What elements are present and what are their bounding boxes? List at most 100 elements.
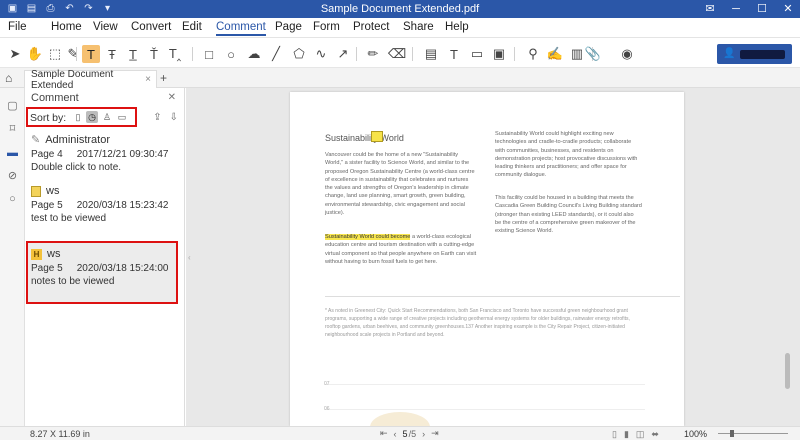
attachment-icon[interactable]: 📎 — [584, 45, 602, 63]
status-bar: 8.27 X 11.69 in ⇤ ‹ 5/5 › ⇥ ▯ ▮ ◫ ⬌ 100% — [0, 426, 800, 440]
oval-icon[interactable]: ○ — [222, 45, 240, 63]
toolbar-divider — [356, 47, 357, 61]
zoom-level[interactable]: 100% — [684, 429, 707, 439]
text-field-icon[interactable]: ▭ — [468, 45, 486, 63]
export-icon[interactable]: ⇪ — [153, 112, 161, 123]
zoom-slider[interactable] — [718, 433, 788, 434]
comment-item[interactable]: ✎ Administrator Page 4 2017/12/21 09:30:… — [31, 133, 181, 174]
add-tab-icon[interactable]: + — [160, 71, 167, 85]
chart-axis-label: 06 — [324, 406, 330, 412]
menu-share[interactable]: Share — [403, 21, 434, 33]
rectangle-icon[interactable]: □ — [200, 45, 218, 63]
right-column-paragraph-2: This facility could be housed in a build… — [495, 195, 642, 235]
right-column-paragraph-1: Sustainability World could highlight exc… — [495, 131, 638, 179]
pdf-page[interactable]: Sustainability World Vancouver could be … — [290, 92, 684, 426]
minimize-button[interactable]: ─ — [728, 1, 744, 16]
panel-close-icon[interactable]: ✕ — [168, 92, 176, 103]
menu-protect[interactable]: Protect — [353, 21, 389, 33]
note-icon[interactable]: ▤ — [422, 45, 440, 63]
comment-page: Page 5 — [31, 263, 63, 274]
signature-icon[interactable]: ✍ — [546, 45, 564, 63]
document-viewport[interactable]: ‹ Sustainability World Vancouver could b… — [186, 88, 800, 426]
two-page-view-icon[interactable]: ◫ — [636, 429, 645, 440]
first-page-icon[interactable]: ⇤ — [380, 428, 388, 439]
menu-file[interactable]: File — [8, 21, 27, 33]
comment-text: notes to be viewed — [31, 276, 115, 287]
thumbnails-icon[interactable]: ▢ — [5, 98, 20, 113]
squiggly-icon[interactable]: Ť — [145, 45, 163, 63]
textbox-icon[interactable]: T — [445, 45, 463, 63]
window-title: Sample Document Extended.pdf — [320, 3, 480, 15]
next-page-icon[interactable]: › — [422, 429, 425, 439]
sort-by-page-icon[interactable]: ▯ — [72, 111, 84, 123]
edit-select-icon[interactable]: ⬚ — [46, 45, 64, 63]
zoom-slider-handle[interactable] — [730, 430, 734, 437]
cloud-icon[interactable]: ☁ — [245, 45, 263, 63]
caret-text-icon[interactable]: T‸ — [166, 45, 184, 63]
page-dimensions: 8.27 X 11.69 in — [30, 429, 90, 439]
pencil-icon[interactable]: ✏ — [364, 45, 382, 63]
comment-text: test to be viewed — [31, 213, 107, 224]
underline-icon[interactable]: T̲ — [124, 45, 142, 63]
menu-view[interactable]: View — [93, 21, 118, 33]
menu-edit[interactable]: Edit — [182, 21, 202, 33]
last-page-icon[interactable]: ⇥ — [431, 428, 439, 439]
sort-by-type-icon[interactable]: ▭ — [116, 111, 128, 123]
menu-home[interactable]: Home — [51, 21, 82, 33]
sort-by-author-icon[interactable]: ♙ — [101, 111, 113, 123]
sticky-note-icon — [31, 185, 41, 197]
sort-by-label: Sort by: — [30, 112, 67, 124]
sticky-note-annotation[interactable] — [371, 131, 383, 142]
menu-page[interactable]: Page — [275, 21, 302, 33]
footnote: * As noted in Greenest City: Quick Start… — [325, 308, 630, 338]
highlighted-text-annotation[interactable]: Sustainability World could become — [325, 234, 411, 240]
page-heading: Sustainability World — [325, 133, 404, 143]
maximize-button[interactable]: ☐ — [754, 1, 770, 16]
eraser-icon[interactable]: ⌫ — [388, 45, 406, 63]
comment-panel: Comment ✕ Sort by: ▯ ◷ ♙ ▭ ⇪ ⇩ ✎ Adminis… — [25, 88, 185, 426]
comment-item-selected[interactable]: H ws Page 5 2020/03/18 15:24:00 notes to… — [31, 248, 181, 287]
chart-axis-label: 07 — [324, 381, 330, 387]
left-sidebar-rail: ▢ ⌑ ▬ ⊘ ○ — [0, 88, 25, 426]
polyline-icon[interactable]: ∿ — [312, 45, 330, 63]
bookmark-icon[interactable]: ⌑ — [5, 121, 20, 136]
chart-gridline — [325, 409, 645, 410]
menu-form[interactable]: Form — [313, 21, 340, 33]
vertical-scrollbar[interactable] — [785, 353, 790, 389]
line-icon[interactable]: ╱ — [267, 45, 285, 63]
highlight-text-icon[interactable]: T — [82, 45, 100, 63]
attachments-icon[interactable]: ⊘ — [5, 168, 20, 183]
comment-item[interactable]: ws Page 5 2020/03/18 15:23:42 test to be… — [31, 185, 181, 224]
callout-icon[interactable]: ▣ — [490, 45, 508, 63]
arrow-icon[interactable]: ↗ — [334, 45, 352, 63]
previous-page-icon[interactable]: ‹ — [394, 429, 397, 439]
page-number-box[interactable]: 5/5 — [403, 429, 417, 439]
menu-comment[interactable]: Comment — [216, 21, 266, 36]
title-bar: ▣ ▤ ⎙ ↶ ↷ ▾ Sample Document Extended.pdf… — [0, 0, 800, 18]
edit-text-icon[interactable]: ✎ — [64, 45, 82, 63]
sort-by-time-icon[interactable]: ◷ — [86, 111, 98, 123]
comment-panel-icon[interactable]: ▬ — [5, 145, 20, 160]
polygon-icon[interactable]: ⬠ — [290, 45, 308, 63]
toolbar-divider — [76, 47, 77, 61]
close-tab-icon[interactable]: × — [145, 74, 151, 85]
fit-width-icon[interactable]: ⬌ — [651, 429, 659, 440]
import-icon[interactable]: ⇩ — [170, 112, 178, 123]
continuous-view-icon[interactable]: ▮ — [624, 429, 629, 440]
stamp-icon[interactable]: ⚲ — [524, 45, 542, 63]
strikethrough-icon[interactable]: Ŧ — [103, 45, 121, 63]
menu-help[interactable]: Help — [445, 21, 469, 33]
collapse-panel-icon[interactable]: ‹ — [188, 253, 191, 262]
hand-icon[interactable]: ✋ — [26, 45, 44, 63]
select-cursor-icon[interactable]: ➤ — [6, 45, 24, 63]
mail-icon[interactable]: ✉ — [702, 1, 718, 16]
user-account-button[interactable]: 👤 — [717, 44, 792, 64]
search-icon[interactable]: ○ — [5, 191, 20, 206]
document-tab[interactable]: Sample Document Extended × — [24, 69, 157, 91]
close-window-button[interactable]: ✕ — [780, 1, 796, 16]
home-icon[interactable]: ⌂ — [5, 71, 12, 85]
single-page-view-icon[interactable]: ▯ — [612, 429, 617, 440]
comment-page: Page 4 — [31, 149, 63, 160]
menu-convert[interactable]: Convert — [131, 21, 171, 33]
hide-annotations-icon[interactable]: ◉ — [618, 45, 636, 63]
